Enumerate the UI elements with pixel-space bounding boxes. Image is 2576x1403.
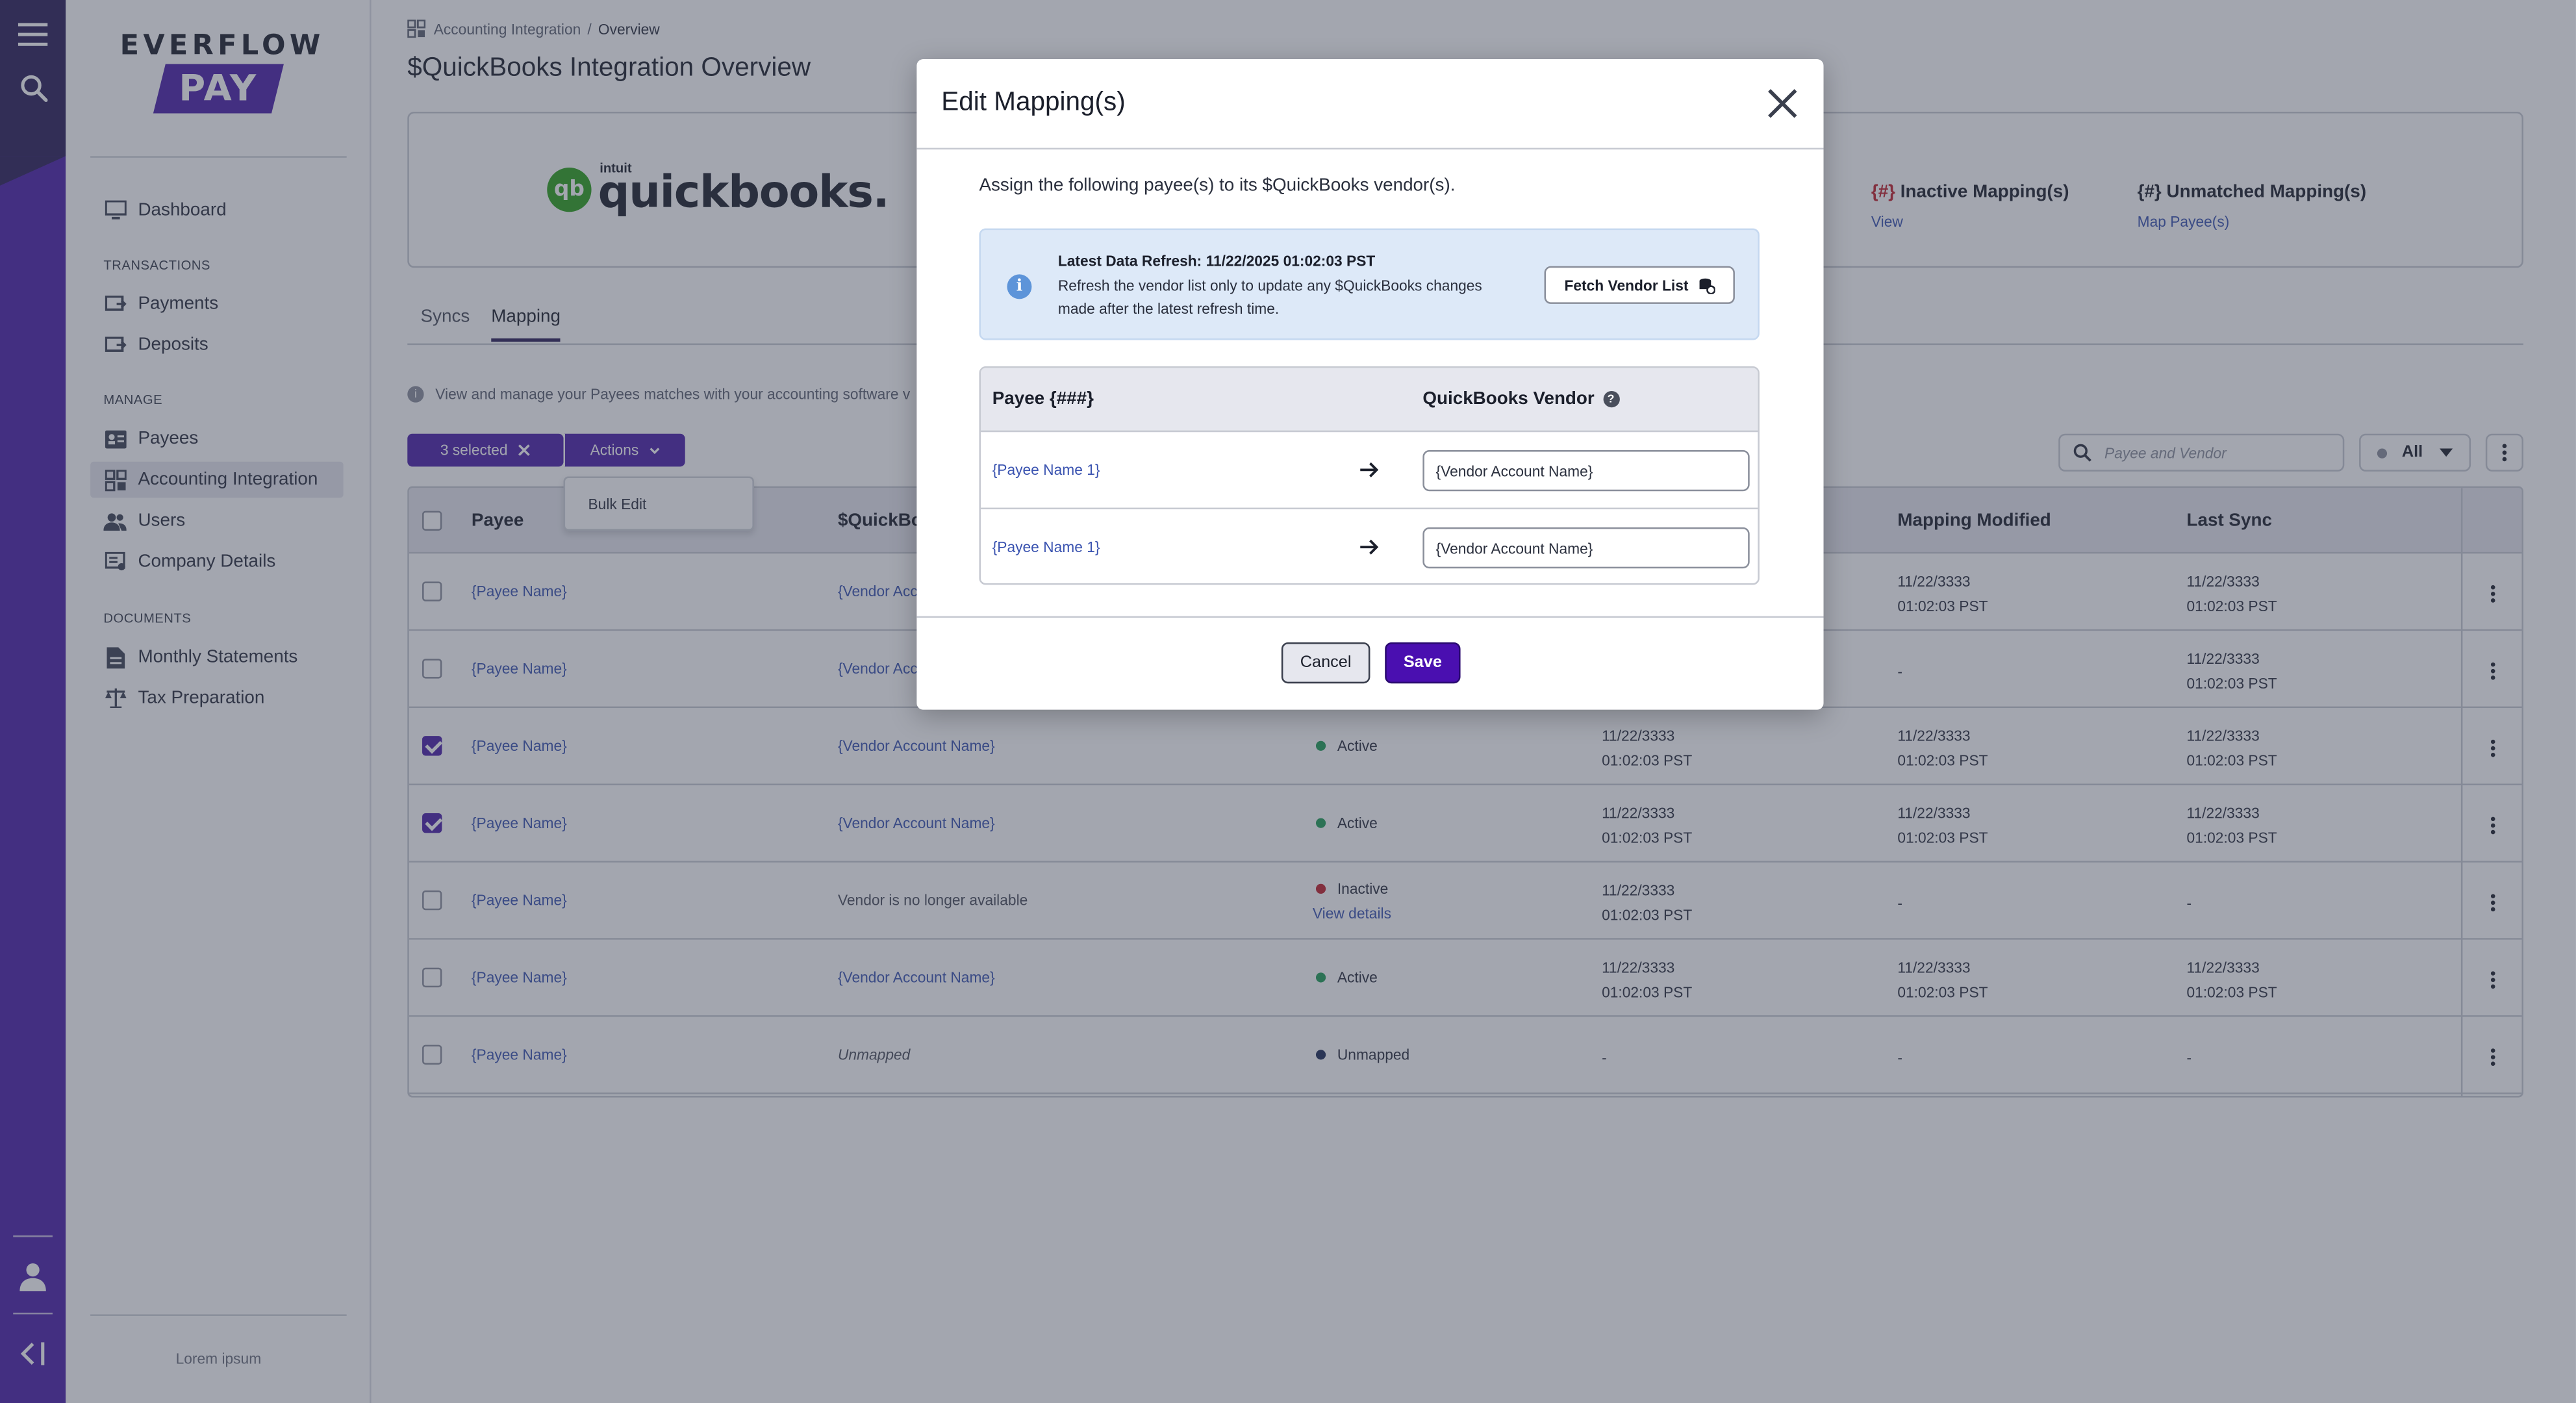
- edit-mapping-row: {Payee Name 1} {Vendor Account Name}: [981, 509, 1758, 583]
- column-header-payee: Payee {###}: [992, 389, 1094, 409]
- save-button[interactable]: Save: [1385, 642, 1461, 684]
- cancel-button[interactable]: Cancel: [1281, 642, 1370, 684]
- database-refresh-icon: [1698, 277, 1715, 294]
- arrow-right-icon: [1360, 539, 1379, 555]
- data-refresh-banner: i Latest Data Refresh: 11/22/2025 01:02:…: [979, 228, 1760, 340]
- payee-link[interactable]: {Payee Name 1}: [992, 539, 1100, 555]
- dialog-divider: [916, 147, 1824, 150]
- vendor-account-input[interactable]: {Vendor Account Name}: [1422, 527, 1750, 569]
- edit-mapping-row: {Payee Name 1} {Vendor Account Name}: [980, 432, 1758, 510]
- fetch-vendor-list-label: Fetch Vendor List: [1564, 277, 1689, 294]
- help-icon[interactable]: ?: [1602, 390, 1619, 408]
- edit-mappings-header: Payee {###} QuickBooks Vendor ?: [980, 368, 1758, 433]
- vendor-account-input[interactable]: {Vendor Account Name}: [1422, 450, 1750, 492]
- payee-link[interactable]: {Payee Name 1}: [992, 462, 1100, 478]
- fetch-vendor-list-button[interactable]: Fetch Vendor List: [1544, 266, 1735, 304]
- dialog-title: Edit Mapping(s): [941, 88, 1126, 117]
- edit-mappings-table: Payee {###} QuickBooks Vendor ? {Payee N…: [979, 366, 1760, 585]
- edit-mappings-dialog: Edit Mapping(s) Assign the following pay…: [916, 59, 1824, 710]
- column-header-quickbooks-vendor: QuickBooks Vendor ?: [1422, 389, 1619, 409]
- refresh-help-text: Refresh the vendor list only to update a…: [1057, 277, 1482, 318]
- close-icon[interactable]: [1761, 82, 1804, 125]
- dialog-description: Assign the following payee(s) to its $Qu…: [979, 175, 1456, 196]
- column-header-label: QuickBooks Vendor: [1422, 389, 1595, 409]
- arrow-right-icon: [1360, 462, 1379, 477]
- latest-refresh-text: Latest Data Refresh: 11/22/2025 01:02:03…: [1057, 253, 1376, 270]
- dialog-divider: [916, 616, 1824, 618]
- info-icon: i: [1007, 274, 1032, 299]
